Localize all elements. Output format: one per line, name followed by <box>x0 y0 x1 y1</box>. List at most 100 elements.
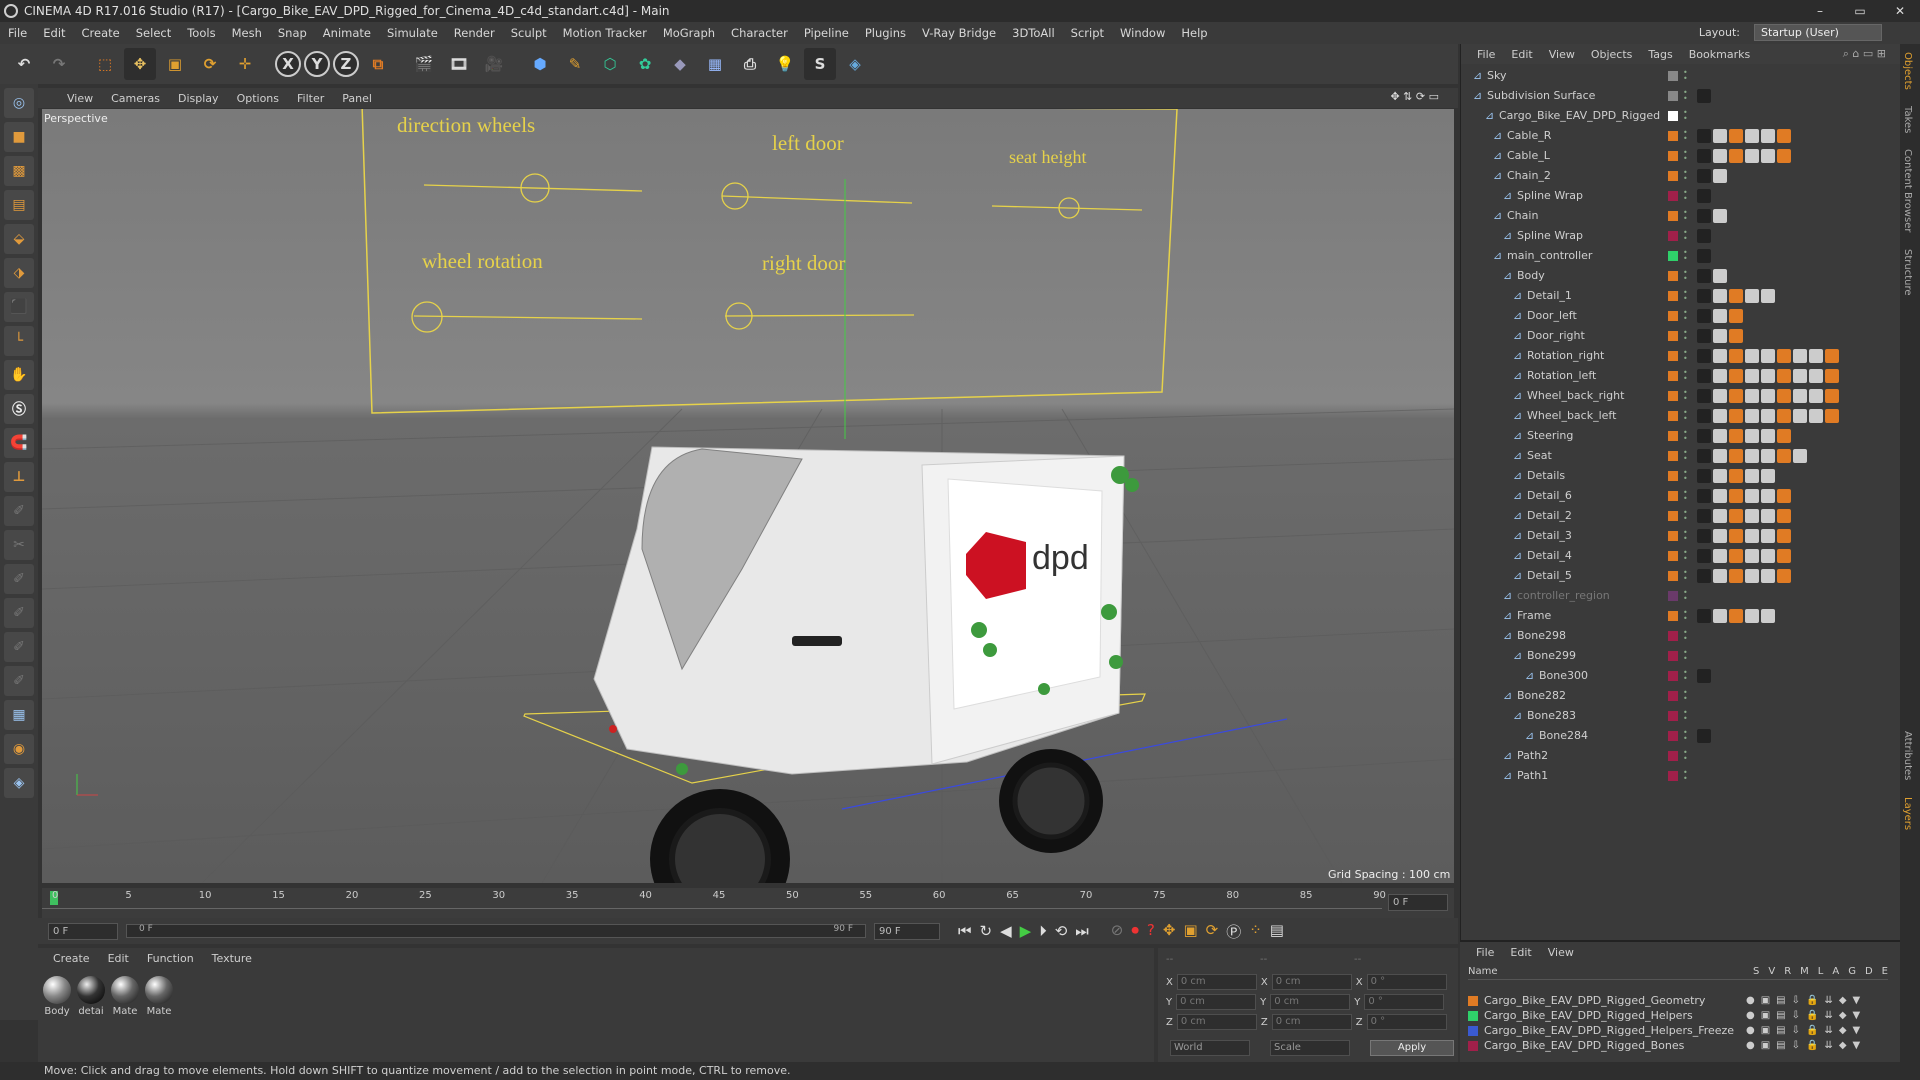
object-tag-icon[interactable] <box>1729 369 1743 383</box>
object-tag-icon[interactable] <box>1697 169 1711 183</box>
object-row[interactable]: ⊿ Wheel_back_left • • <box>1461 406 1901 426</box>
rot-b-field[interactable]: 0 ° <box>1366 1014 1447 1030</box>
object-name[interactable]: Detail_4 <box>1527 546 1572 566</box>
object-tag-icon[interactable] <box>1697 429 1711 443</box>
object-row[interactable]: ⊿ main_controller • • <box>1461 246 1901 266</box>
floor-environment-icon[interactable]: ▦ <box>699 48 731 80</box>
subdivision-surface-icon[interactable]: ⬡ <box>594 48 626 80</box>
object-name[interactable]: Spline Wrap <box>1517 186 1583 206</box>
obj-search-icon[interactable]: ⌕ ⌂ ▭ ⊞ <box>1835 47 1894 61</box>
layer-color-swatch[interactable] <box>1668 711 1678 721</box>
object-tag-icon[interactable] <box>1713 329 1727 343</box>
object-tag-icon[interactable] <box>1745 289 1759 303</box>
obj-menu-file[interactable]: File <box>1469 48 1503 61</box>
object-tag-icon[interactable] <box>1761 429 1775 443</box>
object-tag-icon[interactable] <box>1697 89 1711 103</box>
menu-vray-bridge[interactable]: V-Ray Bridge <box>914 26 1004 40</box>
object-tag-icon[interactable] <box>1745 389 1759 403</box>
object-tag-icon[interactable] <box>1761 549 1775 563</box>
x-axis-lock-button[interactable]: X <box>275 51 301 77</box>
object-tag-icon[interactable] <box>1713 549 1727 563</box>
object-tag-icon[interactable] <box>1809 349 1823 363</box>
object-tag-icon[interactable] <box>1761 289 1775 303</box>
object-tag-icon[interactable] <box>1745 549 1759 563</box>
object-tag-icon[interactable] <box>1697 289 1711 303</box>
object-row[interactable]: ⊿ Chain • • <box>1461 206 1901 226</box>
pen-spline-icon[interactable]: ✎ <box>559 48 591 80</box>
menu-script[interactable]: Script <box>1063 26 1112 40</box>
object-tag-icon[interactable] <box>1697 409 1711 423</box>
object-row[interactable]: ⊿ controller_region • • <box>1461 586 1901 606</box>
layer-color-swatch[interactable] <box>1668 571 1678 581</box>
points-mode-icon[interactable]: ⬙ <box>4 224 34 254</box>
object-tag-icon[interactable] <box>1761 409 1775 423</box>
object-tag-icon[interactable] <box>1713 389 1727 403</box>
visibility-dots-icon[interactable]: • • <box>1683 229 1689 243</box>
move-tool-icon[interactable]: ✥ <box>124 48 156 80</box>
visibility-dots-icon[interactable]: • • <box>1683 69 1689 83</box>
object-tag-icon[interactable] <box>1697 469 1711 483</box>
obj-menu-objects[interactable]: Objects <box>1583 48 1641 61</box>
layer-color-swatch[interactable] <box>1668 371 1678 381</box>
object-tag-icon[interactable] <box>1697 369 1711 383</box>
visibility-dots-icon[interactable]: • • <box>1683 309 1689 323</box>
object-tag-icon[interactable] <box>1729 389 1743 403</box>
menu-simulate[interactable]: Simulate <box>379 26 446 40</box>
camera-icon[interactable]: ⎙ <box>734 48 766 80</box>
layer-color-swatch[interactable] <box>1668 771 1678 781</box>
layer-color-swatch[interactable] <box>1668 251 1678 261</box>
object-tag-icon[interactable] <box>1745 409 1759 423</box>
python-icon[interactable]: ◈ <box>839 48 871 80</box>
object-tag-icon[interactable] <box>1697 529 1711 543</box>
position-key-icon[interactable]: ✥ <box>1163 921 1176 942</box>
object-name[interactable]: Detail_1 <box>1527 286 1572 306</box>
object-row[interactable]: ⊿ Detail_5 • • <box>1461 566 1901 586</box>
pos-x-field[interactable]: 0 cm <box>1176 974 1257 990</box>
parameter-key-icon[interactable]: Ⓟ <box>1226 921 1241 942</box>
visibility-dots-icon[interactable]: • • <box>1683 569 1689 583</box>
object-row[interactable]: ⊿ Details • • <box>1461 466 1901 486</box>
obj-menu-tags[interactable]: Tags <box>1640 48 1680 61</box>
play-backward-icon[interactable]: ◀ <box>1000 922 1012 940</box>
object-tag-icon[interactable] <box>1745 509 1759 523</box>
layer-color-swatch[interactable] <box>1668 551 1678 561</box>
workplane-icon[interactable]: ⊥ <box>4 462 34 492</box>
object-name[interactable]: Door_left <box>1527 306 1577 326</box>
menu-3dtoall[interactable]: 3DToAll <box>1004 26 1063 40</box>
object-row[interactable]: ⊿ Wheel_back_right • • <box>1461 386 1901 406</box>
tweak-mode-icon[interactable]: ✋ <box>4 360 34 390</box>
object-name[interactable]: Cable_L <box>1507 146 1550 166</box>
tab-structure[interactable]: Structure <box>1900 241 1915 304</box>
object-tag-icon[interactable] <box>1697 329 1711 343</box>
object-tag-icon[interactable] <box>1697 489 1711 503</box>
object-row[interactable]: ⊿ Cable_L • • <box>1461 146 1901 166</box>
object-tag-icon[interactable] <box>1777 429 1791 443</box>
object-tag-icon[interactable] <box>1745 469 1759 483</box>
layer-menu-view[interactable]: View <box>1540 946 1582 959</box>
layer-color-swatch[interactable] <box>1668 631 1678 641</box>
size-mode-dropdown[interactable]: Scale <box>1270 1040 1350 1056</box>
menu-help[interactable]: Help <box>1173 26 1215 40</box>
object-tag-icon[interactable] <box>1697 149 1711 163</box>
autokeying-icon[interactable]: ⏺ <box>1131 921 1139 942</box>
viewport-menu-options[interactable]: Options <box>228 92 288 105</box>
layer-menu-edit[interactable]: Edit <box>1502 946 1539 959</box>
visibility-dots-icon[interactable]: • • <box>1683 609 1689 623</box>
object-row[interactable]: ⊿ Bone283 • • <box>1461 706 1901 726</box>
object-name[interactable]: Wheel_back_right <box>1527 386 1624 406</box>
menu-select[interactable]: Select <box>128 26 179 40</box>
object-row[interactable]: ⊿ Seat • • <box>1461 446 1901 466</box>
object-tag-icon[interactable] <box>1777 409 1791 423</box>
coordinate-system-icon[interactable]: ⧉ <box>362 48 394 80</box>
object-row[interactable]: ⊿ Path1 • • <box>1461 766 1901 786</box>
object-row[interactable]: ⊿ Detail_4 • • <box>1461 546 1901 566</box>
layer-color-swatch[interactable] <box>1668 651 1678 661</box>
object-row[interactable]: ⊿ Bone282 • • <box>1461 686 1901 706</box>
light-icon[interactable]: 💡 <box>769 48 801 80</box>
object-tag-icon[interactable] <box>1729 149 1743 163</box>
object-tag-icon[interactable] <box>1713 509 1727 523</box>
layer-color-swatch[interactable] <box>1668 151 1678 161</box>
menu-file[interactable]: File <box>0 26 35 40</box>
layer-color-swatch[interactable] <box>1668 331 1678 341</box>
lock-workplane-icon[interactable]: ✐ <box>4 564 34 594</box>
